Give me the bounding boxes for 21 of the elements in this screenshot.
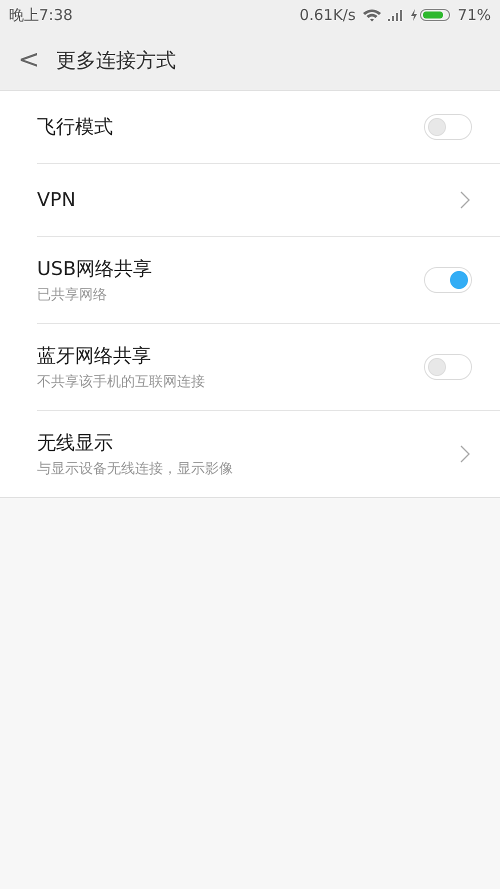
toggle-switch[interactable] — [424, 354, 472, 380]
toggle-switch[interactable] — [424, 114, 472, 140]
signal-icon — [388, 9, 404, 21]
setting-description: 不共享该手机的互联网连接 — [37, 373, 205, 391]
setting-title[interactable]: VPN — [37, 189, 76, 211]
back-button[interactable]: < — [0, 47, 56, 73]
chevron-right-icon — [460, 191, 470, 209]
charging-battery-icon — [410, 8, 452, 22]
setting-description: 与显示设备无线连接，显示影像 — [37, 460, 233, 478]
page-title: 更多连接方式 — [56, 46, 176, 74]
network-speed: 0.61K/s — [300, 6, 356, 24]
battery-percent: 71% — [458, 6, 491, 24]
setting-title[interactable]: 无线显示 — [37, 430, 233, 456]
chevron-right-icon — [460, 445, 470, 463]
setting-description: 已共享网络 — [37, 286, 108, 304]
setting-title[interactable]: 蓝牙网络共享 — [37, 343, 205, 369]
setting-title[interactable]: 飞行模式 — [37, 114, 113, 140]
setting-title[interactable]: USB网络共享 — [37, 256, 152, 282]
status-time: 晚上7:38 — [9, 6, 73, 24]
toggle-switch[interactable] — [424, 267, 472, 293]
wifi-icon — [362, 8, 382, 22]
